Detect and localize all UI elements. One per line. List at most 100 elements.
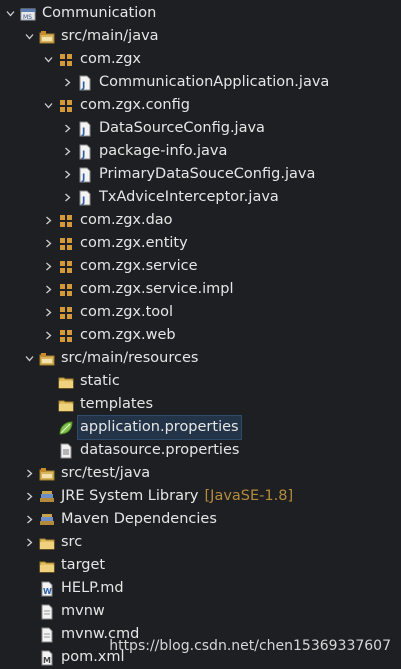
tree-item-label: com.zgx.service	[80, 258, 198, 274]
package-icon	[58, 52, 74, 68]
tree-item-com-zgx-tool[interactable]: com.zgx.tool	[0, 301, 401, 324]
chevron-right-icon[interactable]	[23, 462, 35, 485]
tree-item-label: target	[61, 557, 106, 573]
tree-item-label: com.zgx	[80, 51, 141, 67]
package-icon	[58, 236, 74, 252]
tree-item-src-main-java[interactable]: src/main/java	[0, 25, 401, 48]
chevron-right-icon[interactable]	[61, 140, 73, 163]
tree-item-label: Maven Dependencies	[61, 511, 217, 527]
java-file-icon: J	[77, 167, 93, 183]
tree-item-com-zgx-dao[interactable]: com.zgx.dao	[0, 209, 401, 232]
tree-item-com-zgx-web[interactable]: com.zgx.web	[0, 324, 401, 347]
chevron-right-icon[interactable]	[61, 71, 73, 94]
tree-item-src[interactable]: src	[0, 531, 401, 554]
tree-item-help-md[interactable]: W HELP.md	[0, 577, 401, 600]
java-file-icon: J	[77, 75, 93, 91]
svg-text:W: W	[43, 587, 52, 596]
library-icon	[39, 512, 55, 528]
chevron-right-icon[interactable]	[42, 324, 54, 347]
tree-item-label: PrimaryDataSouceConfig.java	[99, 166, 316, 182]
tree-item-target[interactable]: target	[0, 554, 401, 577]
tree-item-templates[interactable]: templates	[0, 393, 401, 416]
chevron-right-icon[interactable]	[61, 186, 73, 209]
java-file-icon: J	[77, 121, 93, 137]
tree-item-datasource-properties[interactable]: datasource.properties	[0, 439, 401, 462]
tree-item-label: CommunicationApplication.java	[99, 74, 330, 90]
chevron-right-icon[interactable]	[42, 255, 54, 278]
tree-item-label: com.zgx.entity	[80, 235, 188, 251]
tree-item-label: mvnw	[61, 603, 105, 619]
chevron-right-icon[interactable]	[42, 278, 54, 301]
svg-text:J: J	[81, 81, 85, 91]
chevron-right-icon[interactable]	[23, 531, 35, 554]
maven-pom-icon: M	[39, 650, 55, 666]
watermark-text: https://blog.csdn.net/chen15369337607	[109, 638, 391, 654]
tree-item-datasourceconfig-java[interactable]: J DataSourceConfig.java	[0, 117, 401, 140]
tree-item-label: templates	[80, 396, 154, 412]
package-icon	[58, 98, 74, 114]
tree-item-label: datasource.properties	[80, 442, 240, 458]
chevron-right-icon[interactable]	[42, 301, 54, 324]
tree-item-com-zgx-service-impl[interactable]: com.zgx.service.impl	[0, 278, 401, 301]
package-icon	[58, 282, 74, 298]
text-file-icon	[39, 604, 55, 620]
tree-item-com-zgx[interactable]: com.zgx	[0, 48, 401, 71]
chevron-down-icon[interactable]	[23, 25, 35, 48]
tree-item-label: application.properties	[77, 415, 242, 440]
tree-item-maven-dependencies[interactable]: Maven Dependencies	[0, 508, 401, 531]
chevron-down-icon[interactable]	[42, 48, 54, 71]
tree-item-com-zgx-entity[interactable]: com.zgx.entity	[0, 232, 401, 255]
tree-item-decoration: [JavaSE-1.8]	[204, 488, 294, 504]
package-icon	[58, 305, 74, 321]
chevron-right-icon[interactable]	[61, 163, 73, 186]
source-folder-icon	[39, 466, 55, 482]
folder-icon	[39, 558, 55, 574]
chevron-right-icon[interactable]	[23, 508, 35, 531]
folder-icon	[58, 397, 74, 413]
tree-item-mvnw[interactable]: mvnw	[0, 600, 401, 623]
folder-icon	[39, 535, 55, 551]
tree-item-label: HELP.md	[61, 580, 124, 596]
chevron-right-icon[interactable]	[42, 209, 54, 232]
chevron-down-icon[interactable]	[23, 347, 35, 370]
package-icon	[58, 213, 74, 229]
tree-item-application-properties[interactable]: application.properties	[0, 415, 401, 440]
tree-item-label: src	[61, 534, 83, 550]
tree-item-communicationapplication-java[interactable]: J CommunicationApplication.java	[0, 71, 401, 94]
svg-text:J: J	[81, 150, 85, 160]
tree-item-com-zgx-config[interactable]: com.zgx.config	[0, 94, 401, 117]
folder-icon	[58, 374, 74, 390]
properties-file-icon	[58, 443, 74, 459]
tree-item-com-zgx-service[interactable]: com.zgx.service	[0, 255, 401, 278]
tree-item-txadviceinterceptor-java[interactable]: J TxAdviceInterceptor.java	[0, 186, 401, 209]
chevron-right-icon[interactable]	[61, 117, 73, 140]
chevron-down-icon[interactable]	[4, 2, 16, 25]
tree-item-communication[interactable]: MS Communication	[0, 2, 401, 25]
tree-item-src-main-resources[interactable]: src/main/resources	[0, 347, 401, 370]
package-icon	[58, 328, 74, 344]
tree-item-label: src/main/resources	[61, 350, 199, 366]
tree-item-label: package-info.java	[99, 143, 228, 159]
markdown-file-icon: W	[39, 581, 55, 597]
tree-item-label: DataSourceConfig.java	[99, 120, 265, 136]
svg-text:MS: MS	[23, 14, 32, 21]
chevron-right-icon[interactable]	[23, 485, 35, 508]
tree-item-label: com.zgx.web	[80, 327, 176, 343]
svg-text:J: J	[81, 196, 85, 206]
tree-item-jre-system-library[interactable]: JRE System Library [JavaSE-1.8]	[0, 485, 401, 508]
tree-item-label: com.zgx.service.impl	[80, 281, 234, 297]
chevron-right-icon[interactable]	[42, 232, 54, 255]
tree-item-primarydatasouceconfig-java[interactable]: J PrimaryDataSouceConfig.java	[0, 163, 401, 186]
chevron-down-icon[interactable]	[42, 94, 54, 117]
tree-item-static[interactable]: static	[0, 370, 401, 393]
tree-item-package-info-java[interactable]: Jpackage-info.java	[0, 140, 401, 163]
tree-item-src-test-java[interactable]: src/test/java	[0, 462, 401, 485]
package-icon	[58, 259, 74, 275]
